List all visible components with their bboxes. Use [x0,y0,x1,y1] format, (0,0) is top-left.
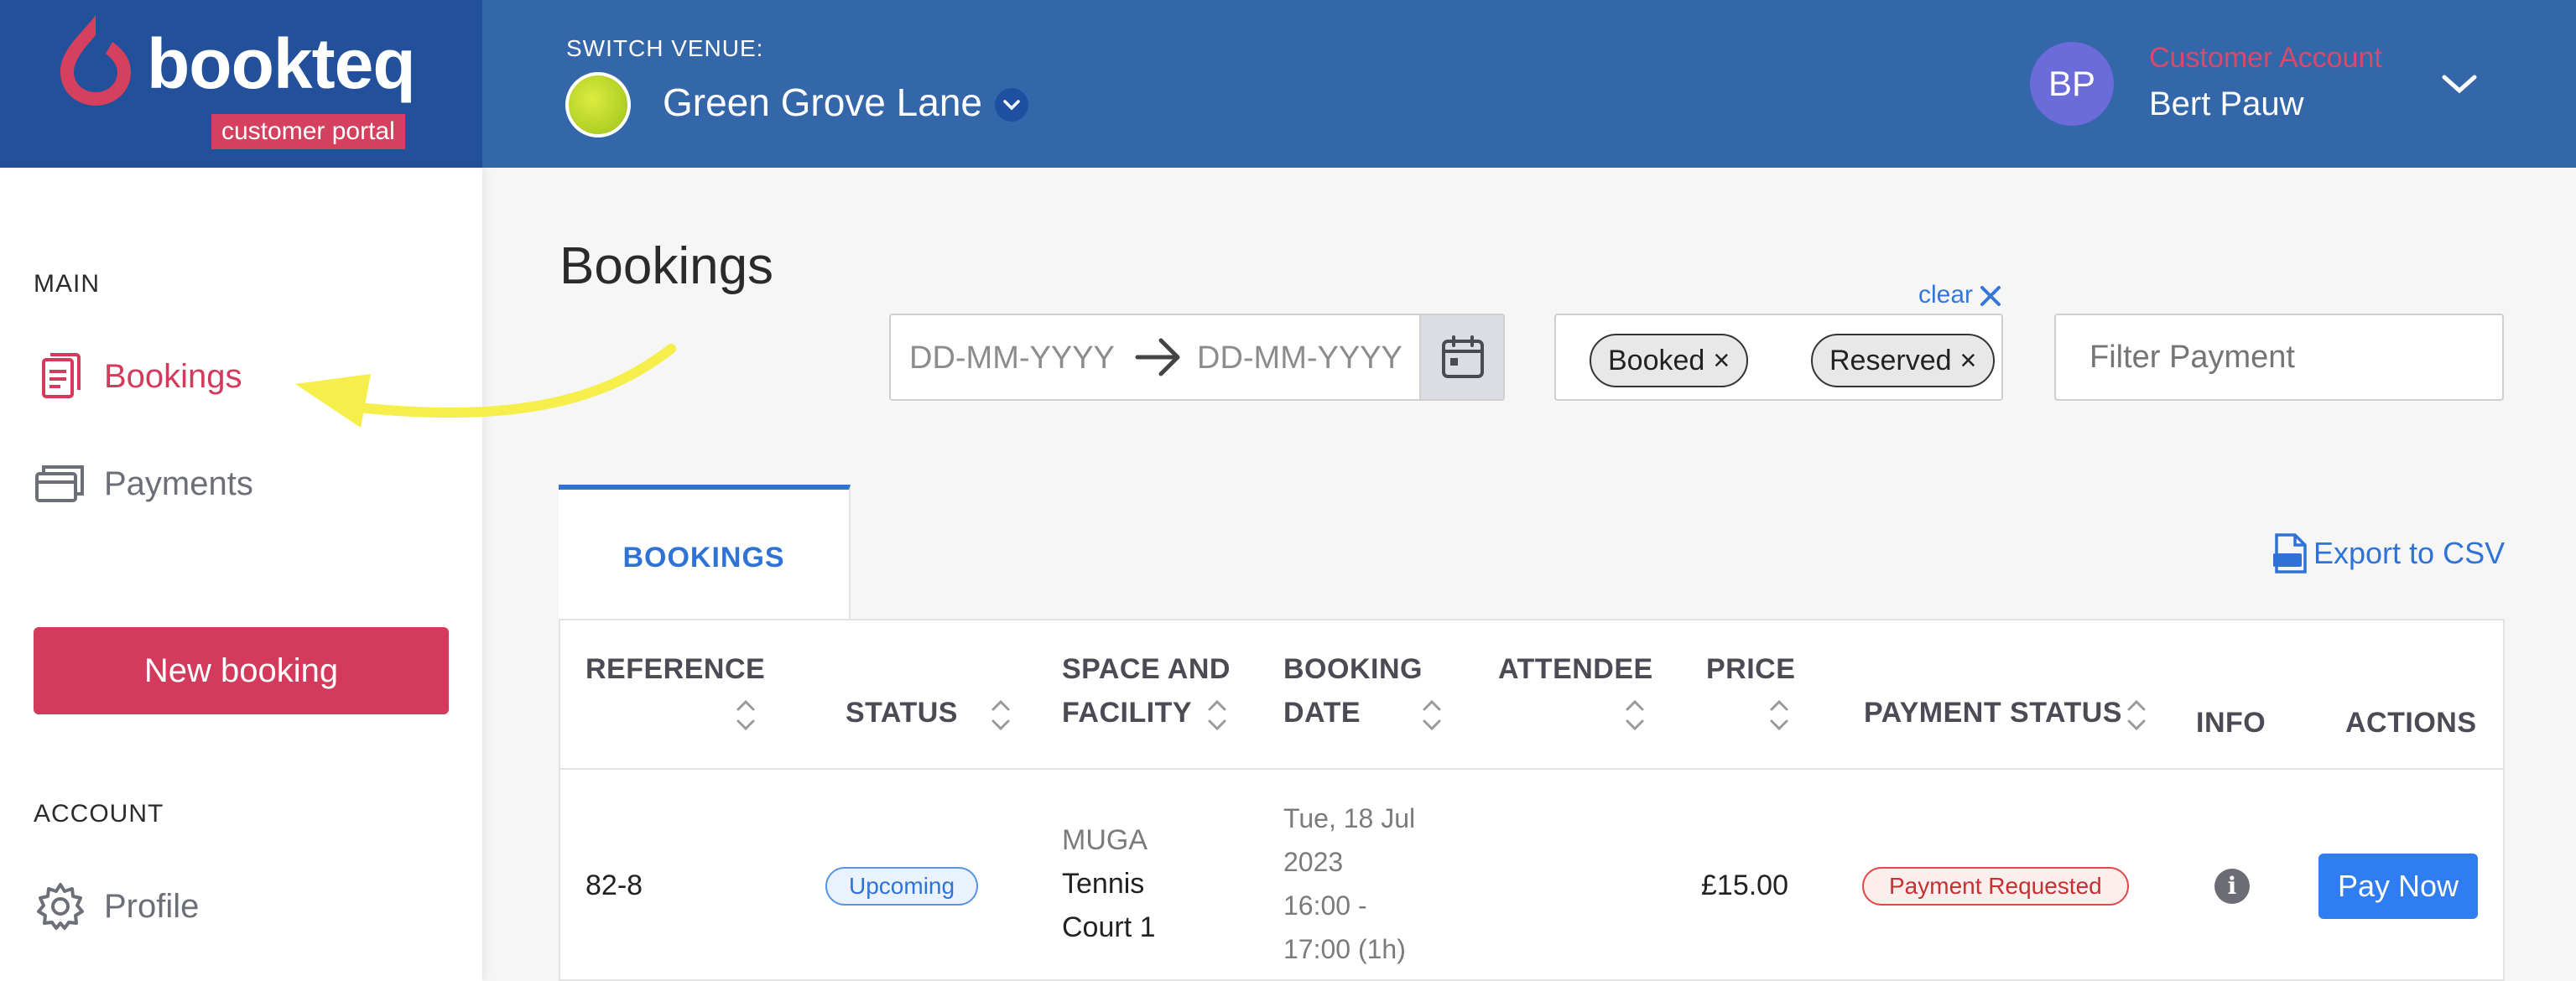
cell-facility-line2: Court 1 [1062,911,1156,943]
sidebar-item-label: Profile [104,887,200,925]
logo-subtitle: customer portal [211,114,405,149]
sidebar-item-profile[interactable]: Profile [34,877,199,936]
calendar-button[interactable] [1419,315,1503,399]
csv-file-icon [2273,533,2307,574]
header-divider [560,768,2503,770]
tennis-ball-icon [565,72,631,138]
th-date-line2[interactable]: DATE [1283,691,1361,734]
close-icon[interactable] [1978,283,2003,309]
th-attendee[interactable]: ATTENDEE [1498,647,1653,691]
sort-icon[interactable] [1622,694,1647,736]
sort-icon[interactable] [2124,694,2149,736]
cell-price: £15.00 [1701,869,1788,901]
th-reference[interactable]: REFERENCE [585,647,765,691]
sidebar: MAIN Bookings Payments New booking ACCOU… [0,168,482,981]
logo-text: bookteq [147,24,416,103]
pay-now-button[interactable]: Pay Now [2318,854,2478,919]
user-name[interactable]: Bert Pauw [2149,86,2304,123]
export-csv-link[interactable]: Export to CSV [2272,533,2505,574]
tab-bookings[interactable]: BOOKINGS [559,485,851,619]
bookings-icon [42,353,81,398]
sidebar-item-payments[interactable]: Payments [34,454,253,513]
status-filter[interactable]: Booked × Reserved × [1554,314,2003,401]
cell-space: MUGA [1062,824,1147,856]
status-badge: Upcoming [825,867,979,906]
cell-date-line1: Tue, 18 Jul [1283,803,1416,833]
date-from-input[interactable]: DD-MM-YYYY [909,340,1115,376]
avatar[interactable]: BP [2030,42,2114,126]
th-price[interactable]: PRICE [1706,647,1795,691]
th-actions: ACTIONS [2345,707,2477,739]
th-info: INFO [2196,707,2266,739]
cell-time-line2: 17:00 (1h) [1283,934,1406,964]
cell-time-line1: 16:00 - [1283,890,1367,921]
sort-icon[interactable] [1205,694,1230,736]
date-to-input[interactable]: DD-MM-YYYY [1197,340,1402,376]
th-space-line2[interactable]: FACILITY [1062,691,1192,734]
date-range-input[interactable]: DD-MM-YYYY DD-MM-YYYY [889,314,1505,401]
payment-status-badge: Payment Requested [1862,867,2129,906]
cell-facility-line1: Tennis [1062,868,1145,900]
th-date-line1[interactable]: BOOKING [1283,647,1423,691]
sort-icon[interactable] [1767,694,1792,736]
sort-icon[interactable] [733,694,758,736]
account-chevron-down-icon[interactable] [2434,59,2485,109]
sidebar-section-main: MAIN [34,270,100,298]
chip-remove-icon[interactable]: × [1960,345,1977,377]
new-booking-button[interactable]: New booking [34,627,449,714]
logo-drop-icon [60,15,131,106]
top-header: bookteq customer portal SWITCH VENUE: Gr… [0,0,2576,168]
cell-date-line2: 2023 [1283,847,1344,877]
payments-icon [35,465,84,502]
sidebar-item-label: Bookings [104,357,242,395]
sort-icon[interactable] [1419,694,1444,736]
chip-remove-icon[interactable]: × [1713,345,1730,377]
annotation-arrow [295,344,676,428]
th-status[interactable]: STATUS [846,691,958,734]
th-payment-status[interactable]: PAYMENT STATUS [1864,691,2122,734]
bookings-table: REFERENCE STATUS SPACE AND FACILITY BOOK… [559,619,2505,981]
venue-chevron-down-icon[interactable] [995,88,1028,122]
cell-reference[interactable]: 82-8 [585,864,643,907]
th-space-line1[interactable]: SPACE AND [1062,647,1231,691]
tab-label: BOOKINGS [622,542,785,574]
sidebar-section-account: ACCOUNT [34,800,164,828]
status-chip-reserved[interactable]: Reserved × [1811,334,1996,387]
sidebar-item-label: Payments [104,465,253,502]
gear-icon [37,883,84,930]
clear-filter-link[interactable]: clear [1918,281,1973,309]
switch-venue-label: SWITCH VENUE: [566,35,764,61]
sidebar-item-bookings[interactable]: Bookings [34,347,242,406]
account-type-label: Customer Account [2149,42,2382,74]
filter-payment-input[interactable] [2054,314,2504,401]
logo-area[interactable]: bookteq customer portal [0,0,482,168]
chip-label: Booked [1608,344,1705,376]
info-icon[interactable]: i [2214,869,2250,904]
venue-name[interactable]: Green Grove Lane [663,80,982,125]
arrow-right-icon [1135,338,1180,376]
calendar-icon [1442,335,1484,378]
sort-icon[interactable] [988,694,1013,736]
status-chip-booked[interactable]: Booked × [1590,334,1749,387]
page-title: Bookings [559,237,774,295]
export-label: Export to CSV [2313,536,2506,570]
chip-label: Reserved [1829,344,1952,376]
